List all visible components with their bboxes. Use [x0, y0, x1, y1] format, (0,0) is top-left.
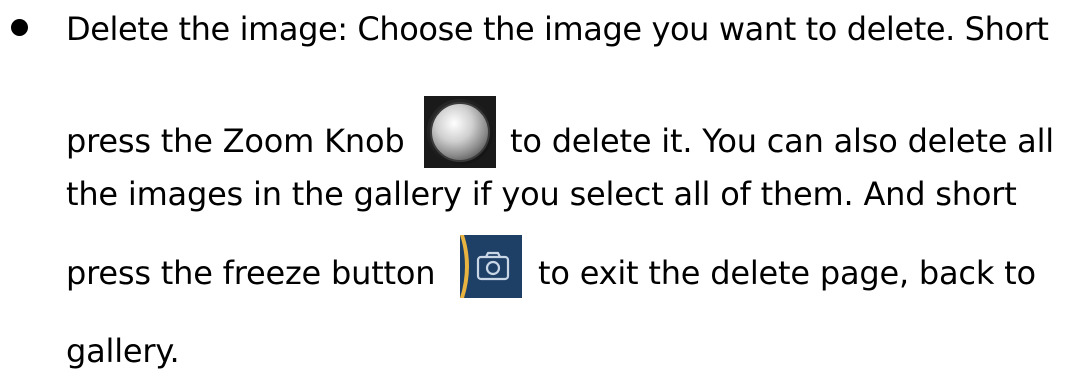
text-line: the images in the gallery if you select … [66, 175, 1017, 213]
text-segment: to exit the delete page, back to [538, 254, 1036, 292]
text-segment: press the freeze button [66, 254, 436, 292]
camera-icon [460, 235, 522, 298]
text-line: to exit the delete page, back to [538, 253, 1036, 293]
zoom-knob-icon [424, 96, 496, 168]
text-line: press the Zoom Knob [66, 121, 405, 161]
text-line: Delete the image: Choose the image you w… [66, 10, 1049, 48]
bullet-point [11, 19, 28, 36]
text-line: to delete it. You can also delete all [510, 121, 1054, 161]
text-line: gallery. [66, 332, 180, 370]
text-segment: press the Zoom Knob [66, 122, 405, 160]
text-segment: to delete it. You can also delete all [510, 122, 1054, 160]
text-line: press the freeze button [66, 253, 436, 293]
